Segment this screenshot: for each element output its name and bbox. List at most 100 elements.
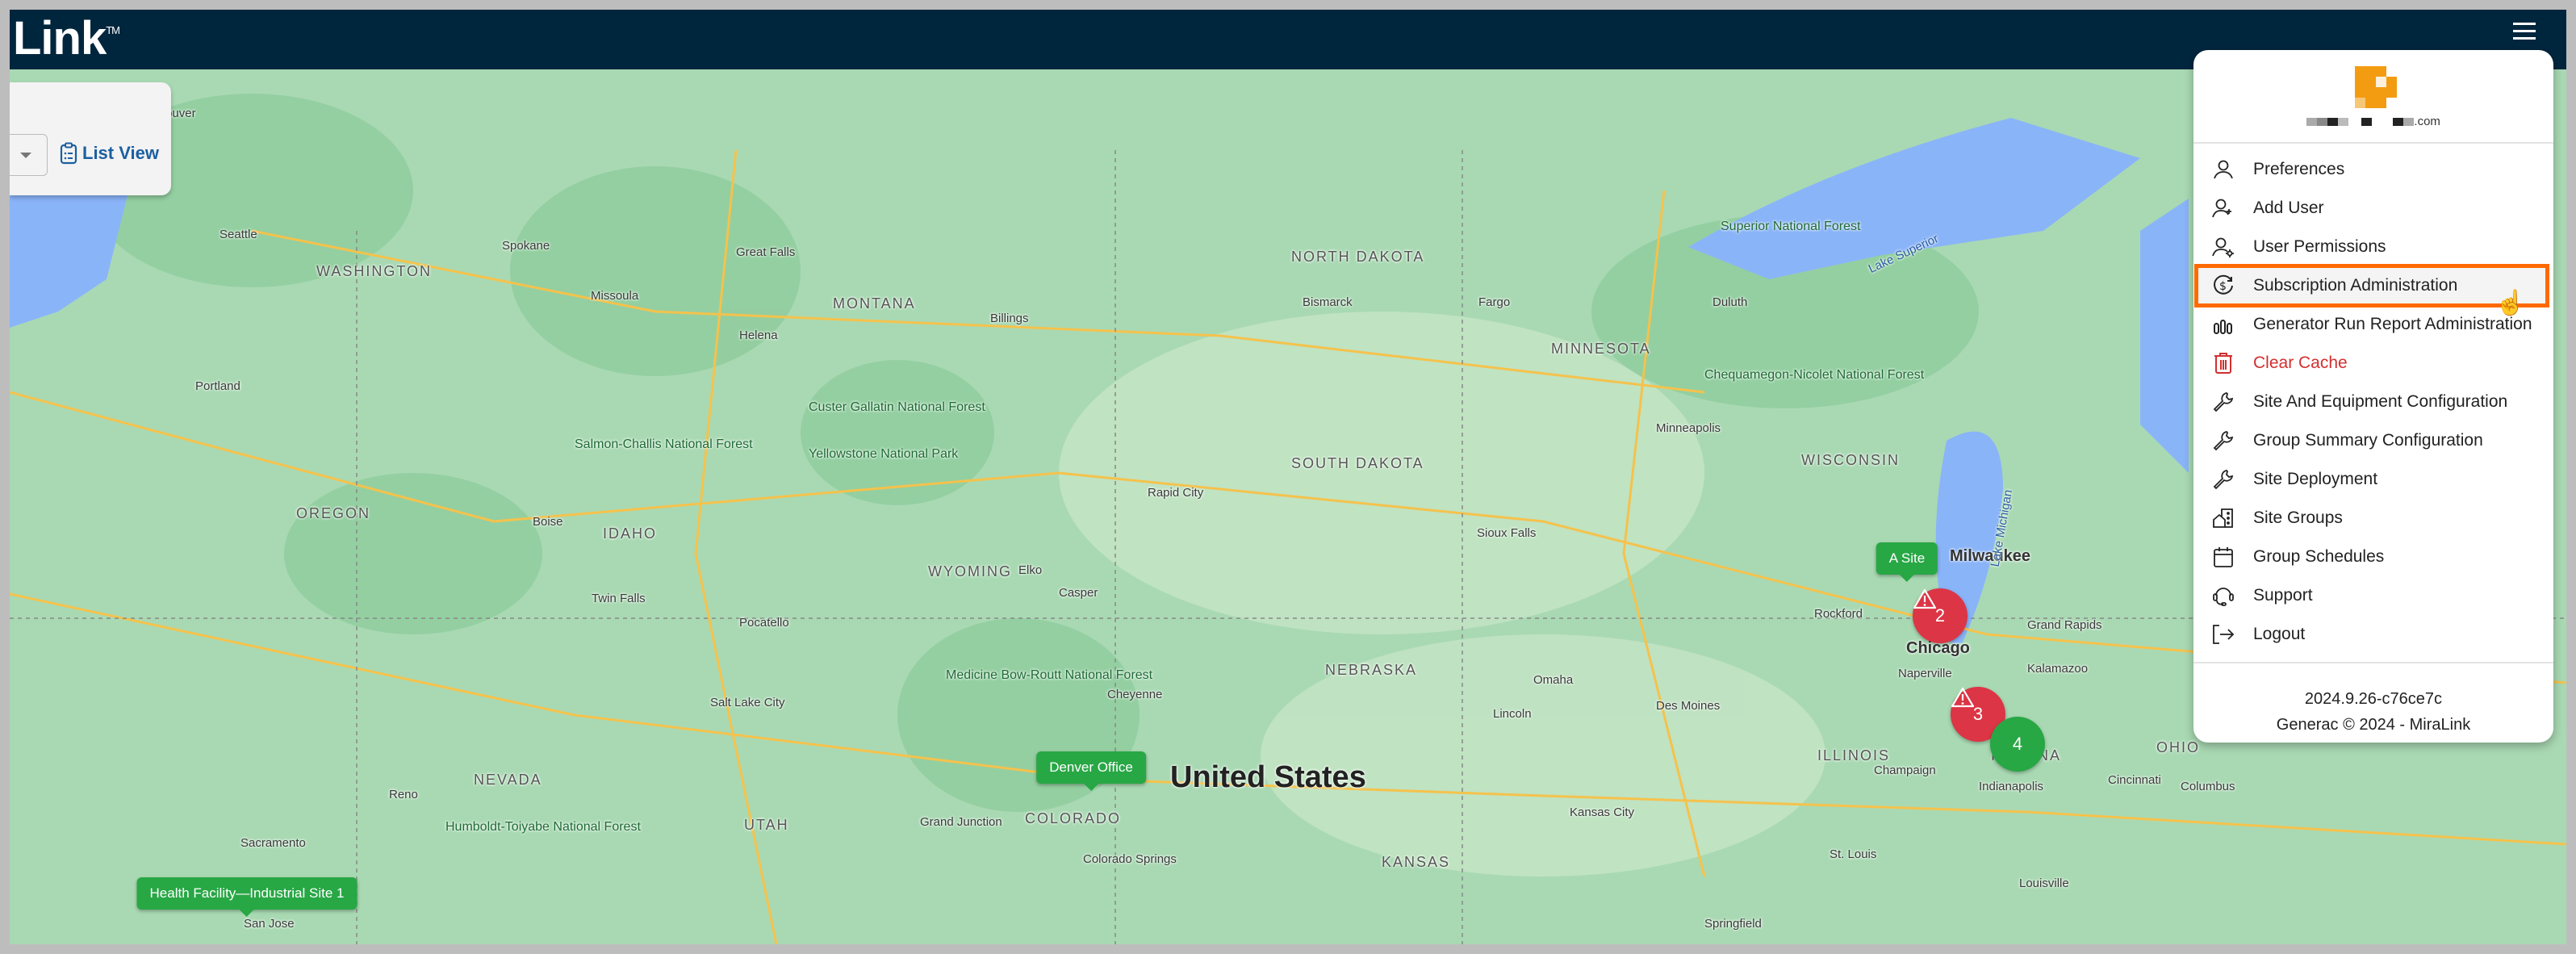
app-logo[interactable]: LinkTM (13, 11, 120, 65)
city-label: Spokane (502, 239, 550, 253)
city-label: Rockford (1814, 607, 1863, 621)
park-label: Yellowstone National Park (809, 447, 959, 461)
city-label: Louisville (2019, 877, 2069, 890)
wrench-icon (2211, 390, 2235, 414)
city-label: Springfield (1704, 917, 1762, 931)
city-label: Sioux Falls (1477, 526, 1537, 540)
headset-icon (2211, 584, 2235, 608)
city-label: Boise (533, 515, 563, 529)
city-label: Sacramento (240, 836, 306, 850)
menu-item-label: Support (2253, 586, 2313, 605)
hand-pointer-cursor-icon: ☝ (2495, 290, 2526, 316)
clipboard-list-icon (60, 142, 77, 165)
city-label: St. Louis (1830, 847, 1877, 861)
state-label: ILLINOIS (1817, 747, 1891, 764)
state-label: KANSAS (1382, 854, 1451, 870)
state-label: WISCONSIN (1801, 452, 1901, 468)
menu-item-label: Add User (2253, 199, 2324, 217)
city-label: Seattle (220, 228, 257, 241)
menu-item-add-user[interactable]: Add User (2193, 189, 2553, 228)
park-label: Custer Gallatin National Forest (809, 400, 985, 414)
view-dropdown[interactable] (10, 134, 48, 176)
site-marker[interactable]: A Site (1876, 542, 1938, 582)
menu-item-clear-cache[interactable]: Clear Cache (2193, 344, 2553, 383)
app-window: LinkTM WASHINGTON OREGON IDAHO MONTANA W… (10, 10, 2566, 944)
wrench-icon (2211, 429, 2235, 453)
state-label: NEBRASKA (1325, 662, 1418, 678)
user-gear-icon (2211, 235, 2235, 259)
top-bar: LinkTM (10, 10, 2566, 69)
city-label: Twin Falls (592, 592, 646, 605)
state-label: IDAHO (603, 525, 658, 542)
site-marker[interactable]: Denver Office (1036, 751, 1146, 791)
park-label: Superior National Forest (1721, 220, 1861, 233)
park-label: Salmon-Challis National Forest (575, 437, 753, 451)
user-email: .com (2193, 115, 2553, 128)
city-label: Grand Rapids (2027, 618, 2102, 632)
calendar-icon (2211, 545, 2235, 569)
logout-icon (2211, 622, 2235, 646)
user-icon (2211, 157, 2235, 182)
city-label: Lincoln (1493, 707, 1532, 721)
site-marker[interactable]: Health Facility—Industrial Site 1 (136, 877, 358, 917)
park-label: Chequamegon-Nicolet National Forest (1704, 368, 1925, 382)
menu-item-user-permissions[interactable]: User Permissions (2193, 228, 2553, 266)
city-label: Duluth (1712, 295, 1748, 309)
state-label: UTAH (744, 817, 789, 833)
list-view-label: List View (82, 143, 159, 163)
menu-item-logout[interactable]: Logout (2193, 615, 2553, 654)
city-label: Grand Junction (920, 815, 1002, 829)
menu-item-preferences[interactable]: Preferences (2193, 150, 2553, 189)
menu-item-site-and-equipment-configuration[interactable]: Site And Equipment Configuration (2193, 383, 2553, 421)
user-plus-icon (2211, 196, 2235, 220)
svg-text:$: $ (2219, 280, 2227, 293)
alert-cluster[interactable]: 2 (1913, 588, 1968, 643)
organization-logo (2355, 66, 2397, 108)
menu-item-label: Site And Equipment Configuration (2253, 392, 2508, 411)
city-label: San Jose (244, 917, 295, 931)
user-menu-footer: 2024.9.26-c76ce7c Generac © 2024 - MiraL… (2193, 662, 2553, 738)
menu-item-site-groups[interactable]: Site Groups (2193, 499, 2553, 538)
email-suffix: .com (2414, 115, 2440, 128)
country-label: United States (1170, 760, 1366, 794)
user-menu: .com Preferences Add User User Permissio… (2193, 50, 2553, 743)
menu-item-label: Generator Run Report Administration (2253, 315, 2532, 333)
menu-items: Preferences Add User User Permissions $ S… (2193, 144, 2553, 654)
state-label: SOUTH DAKOTA (1291, 455, 1424, 471)
city-label: Reno (389, 788, 418, 801)
menu-item-group-schedules[interactable]: Group Schedules (2193, 538, 2553, 576)
menu-item-label: Preferences (2253, 160, 2345, 178)
menu-item-subscription-administration[interactable]: $ Subscription Administration (2194, 264, 2549, 308)
copyright: Generac © 2024 - MiraLink (2276, 716, 2471, 734)
menu-item-label: Clear Cache (2253, 354, 2348, 372)
buildings-icon (2211, 506, 2235, 530)
menu-item-site-deployment[interactable]: Site Deployment (2193, 460, 2553, 499)
city-label: Salt Lake City (710, 696, 785, 709)
state-label: OHIO (2156, 739, 2201, 755)
logo-text: Link (13, 12, 107, 65)
menu-item-group-summary-configuration[interactable]: Group Summary Configuration (2193, 421, 2553, 460)
city-label: Naperville (1898, 667, 1952, 680)
site-cluster[interactable]: 4 (1990, 717, 2045, 772)
map-control-panel: List View (10, 82, 171, 195)
city-label: Columbus (2181, 780, 2235, 793)
city-label: Champaign (1874, 764, 1936, 777)
wrench-icon (2211, 467, 2235, 492)
list-view-button[interactable]: List View (60, 142, 159, 165)
dollar-refresh-icon: $ (2211, 274, 2235, 298)
city-label: Cheyenne (1107, 688, 1163, 701)
menu-item-label: Logout (2253, 625, 2306, 643)
menu-item-support[interactable]: Support (2193, 576, 2553, 615)
map[interactable]: WASHINGTON OREGON IDAHO MONTANA WYOMING … (10, 69, 2566, 944)
state-label: WYOMING (928, 563, 1012, 580)
menu-icon[interactable] (2513, 23, 2536, 40)
menu-item-label: Group Schedules (2253, 547, 2385, 566)
city-label: Kansas City (1570, 805, 1635, 819)
city-label: Cincinnati (2108, 773, 2161, 787)
state-label: MINNESOTA (1551, 341, 1651, 357)
city-label: Colorado Springs (1083, 852, 1177, 866)
city-label: Great Falls (736, 245, 796, 259)
city-label: Elko (1018, 563, 1043, 577)
city-label: Omaha (1533, 673, 1574, 687)
city-label: Minneapolis (1656, 421, 1721, 435)
